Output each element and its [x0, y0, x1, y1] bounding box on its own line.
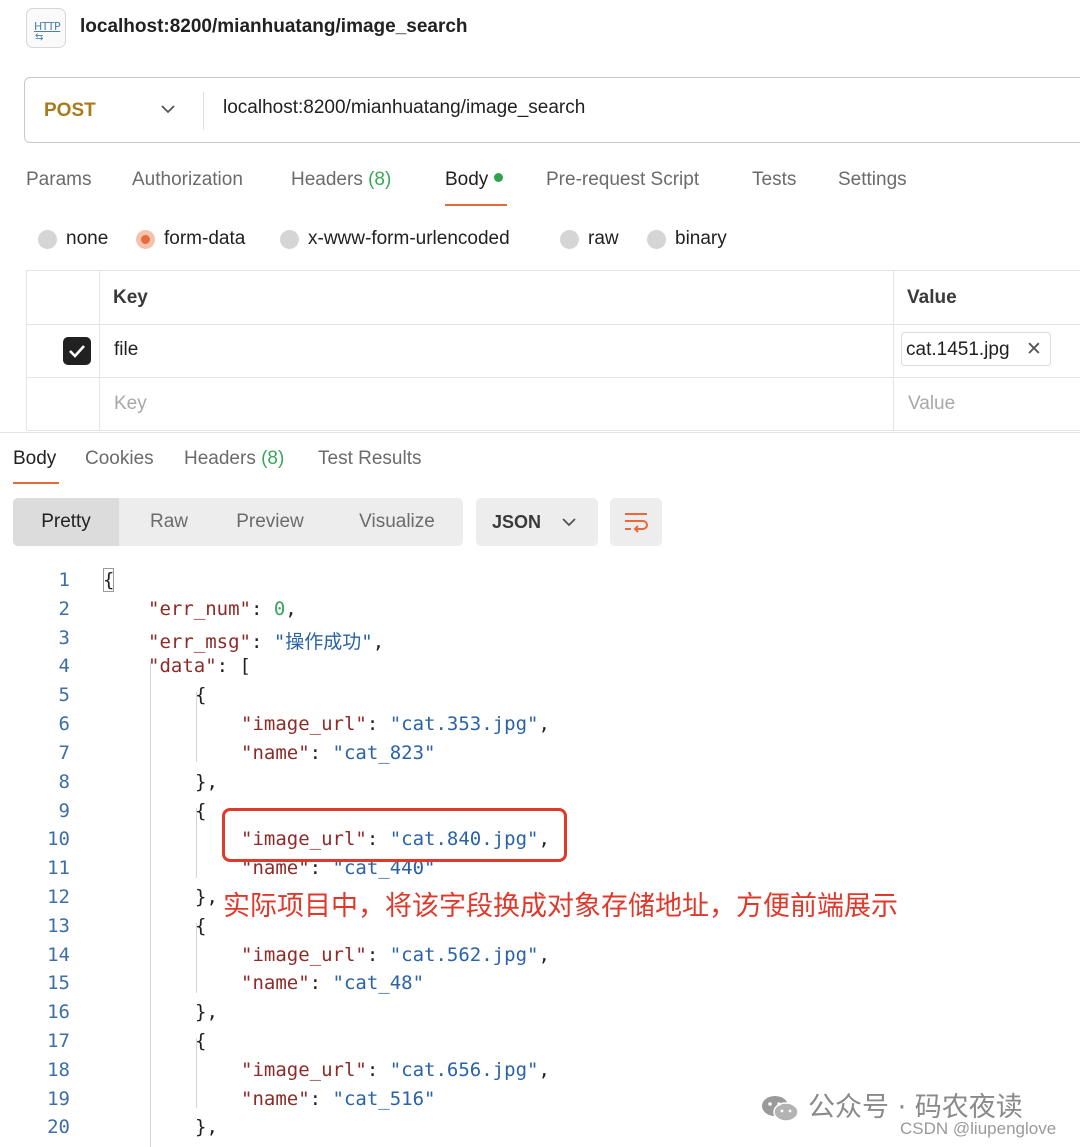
json-line: "image_url": "cat.353.jpg",: [241, 713, 550, 735]
view-raw-button[interactable]: Raw: [119, 498, 219, 546]
chevron-down-icon: [562, 518, 576, 527]
response-active-tab-indicator: [13, 482, 59, 484]
radio-form-data[interactable]: form-data: [136, 228, 245, 250]
table-header-row: Key Value: [27, 271, 1080, 325]
line-number: 9: [58, 800, 70, 822]
line-number: 13: [47, 915, 70, 937]
close-icon[interactable]: ✕: [1026, 338, 1042, 361]
line-number: 4: [58, 655, 70, 677]
json-line: "data": [: [148, 655, 251, 677]
line-number: 17: [47, 1030, 70, 1052]
csdn-watermark: CSDN @liupenglove: [900, 1119, 1057, 1138]
row-enabled-checkbox[interactable]: [63, 337, 91, 365]
line-number: 3: [58, 627, 70, 649]
json-line: "image_url": "cat.562.jpg",: [241, 944, 550, 966]
radio-circle: [560, 229, 579, 249]
view-pretty-button[interactable]: Pretty: [13, 498, 119, 546]
line-number: 20: [47, 1116, 70, 1138]
response-tab-headers[interactable]: Headers (8): [184, 448, 284, 470]
url-input[interactable]: localhost:8200/mianhuatang/image_search: [223, 97, 585, 119]
line-number: 6: [58, 713, 70, 735]
key-column-header: Key: [113, 287, 148, 308]
tab-authorization[interactable]: Authorization: [132, 169, 243, 191]
value-input[interactable]: Value: [908, 393, 955, 415]
method-select[interactable]: POST: [44, 100, 96, 122]
brace-match-highlight: [103, 568, 114, 592]
value-column-header: Value: [907, 287, 957, 308]
annotation-highlight-box: [222, 808, 567, 862]
wrap-lines-icon: [625, 513, 648, 533]
request-tabs: Params Authorization Headers (8) Body Pr…: [0, 160, 1080, 210]
tab-pre-request-script[interactable]: Pre-request Script: [546, 169, 699, 191]
radio-circle: [38, 229, 57, 249]
active-tab-indicator: [445, 204, 507, 206]
http-request-icon: HTTP ⇆: [26, 8, 66, 48]
radio-circle-selected: [136, 229, 155, 249]
request-title: localhost:8200/mianhuatang/image_search: [80, 16, 468, 37]
view-preview-button[interactable]: Preview: [219, 498, 321, 546]
line-number: 18: [47, 1059, 70, 1081]
line-number: 12: [47, 886, 70, 908]
response-divider: [0, 432, 1080, 433]
line-number: 2: [58, 598, 70, 620]
json-line: "name": "cat_823": [241, 742, 436, 764]
view-visualize-button[interactable]: Visualize: [321, 498, 473, 546]
tab-params[interactable]: Params: [26, 169, 91, 191]
json-line: "name": "cat_48": [241, 972, 425, 994]
tab-body[interactable]: Body: [445, 169, 504, 191]
body-type-radios: none form-data x-www-form-urlencoded raw…: [0, 222, 1080, 256]
check-icon: [69, 345, 85, 358]
json-line: "err_msg": "操作成功",: [148, 631, 385, 653]
table-row-empty: Key Value: [27, 378, 1080, 431]
row-key[interactable]: file: [114, 339, 138, 361]
url-divider: [203, 92, 204, 130]
tab-headers[interactable]: Headers (8): [291, 169, 391, 191]
line-number: 8: [58, 771, 70, 793]
annotation-text: 实际项目中，将该字段换成对象存储地址，方便前端展示: [223, 891, 898, 922]
view-mode-group: Pretty Raw Preview Visualize: [13, 498, 463, 546]
line-number: 15: [47, 972, 70, 994]
form-data-table: Key Value file cat.1451.jpg ✕ Key Value: [26, 270, 1080, 431]
radio-none[interactable]: none: [38, 228, 108, 250]
radio-circle: [647, 229, 666, 249]
table-row: file cat.1451.jpg ✕: [27, 325, 1080, 378]
radio-x-www-form-urlencoded[interactable]: x-www-form-urlencoded: [280, 228, 510, 250]
response-tab-body[interactable]: Body: [13, 448, 56, 470]
key-input[interactable]: Key: [114, 393, 147, 415]
line-number: 7: [58, 742, 70, 764]
tab-tests[interactable]: Tests: [752, 169, 796, 191]
url-bar: POST localhost:8200/mianhuatang/image_se…: [24, 77, 1080, 143]
format-label: JSON: [492, 512, 542, 532]
response-tab-test-results[interactable]: Test Results: [318, 448, 421, 470]
file-chip[interactable]: cat.1451.jpg ✕: [901, 332, 1051, 366]
format-select[interactable]: JSON: [476, 498, 598, 546]
line-number: 16: [47, 1001, 70, 1023]
json-line: "name": "cat_516": [241, 1088, 436, 1110]
wechat-icon: [762, 1095, 799, 1122]
request-title-bar: HTTP ⇆ localhost:8200/mianhuatang/image_…: [0, 0, 1080, 60]
file-name: cat.1451.jpg: [906, 339, 1010, 360]
line-number: 11: [47, 857, 70, 879]
response-tab-cookies[interactable]: Cookies: [85, 448, 154, 470]
line-number: 19: [47, 1088, 70, 1110]
json-line: "image_url": "cat.656.jpg",: [241, 1059, 550, 1081]
chevron-down-icon[interactable]: [157, 98, 179, 120]
wrap-lines-button[interactable]: [610, 498, 662, 546]
line-number: 14: [47, 944, 70, 966]
line-number: 1: [58, 569, 70, 591]
radio-circle: [280, 229, 299, 249]
tab-settings[interactable]: Settings: [838, 169, 907, 191]
body-status-dot: [494, 173, 504, 183]
radio-binary[interactable]: binary: [647, 228, 727, 250]
line-number: 10: [47, 828, 70, 850]
radio-raw[interactable]: raw: [560, 228, 619, 250]
json-line: "err_num": 0,: [148, 598, 297, 620]
line-number: 5: [58, 684, 70, 706]
